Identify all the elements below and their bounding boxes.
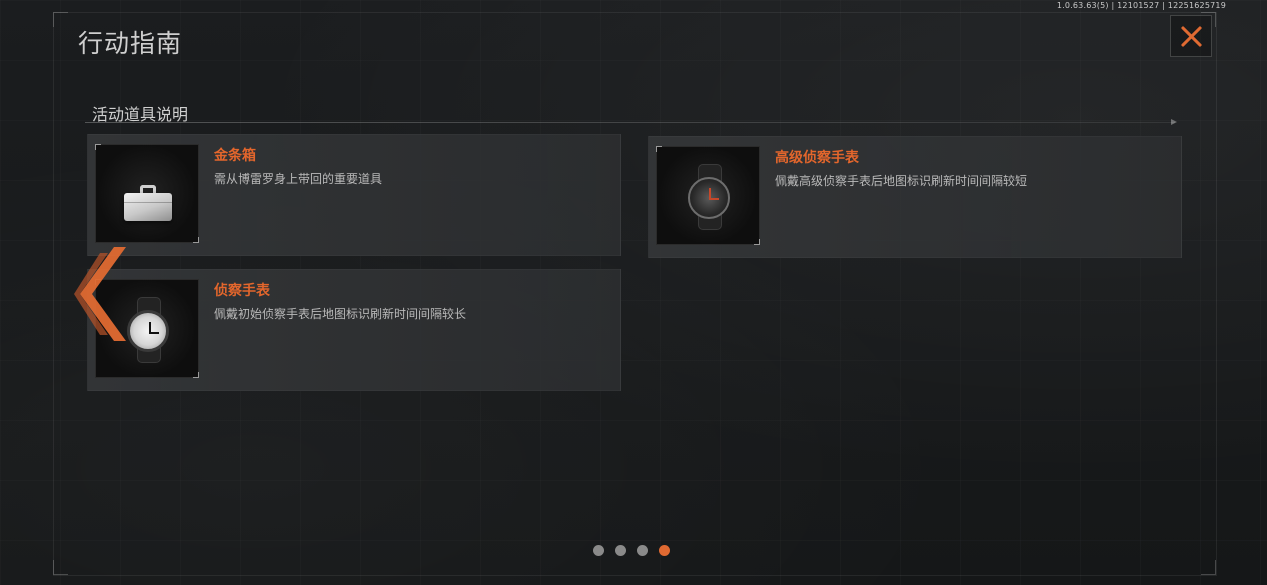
item-card-advanced-scout-watch: 高级侦察手表 佩戴高级侦察手表后地图标识刷新时间间隔较短 [648, 136, 1182, 258]
item-thumbnail [95, 144, 199, 243]
item-description: 佩戴高级侦察手表后地图标识刷新时间间隔较短 [775, 174, 1028, 188]
page-dot[interactable] [637, 545, 648, 556]
frame-corner [53, 12, 68, 27]
page-dot[interactable] [615, 545, 626, 556]
item-description: 佩戴初始侦察手表后地图标识刷新时间间隔较长 [214, 307, 467, 321]
frame-corner [1201, 560, 1216, 575]
page-title: 行动指南 [78, 29, 183, 58]
page-dot-active[interactable] [659, 545, 670, 556]
section-divider [85, 119, 1177, 125]
item-name: 侦察手表 [214, 283, 270, 299]
item-name: 高级侦察手表 [775, 150, 859, 166]
frame-corner [53, 560, 68, 575]
watch-icon [681, 164, 737, 230]
item-name: 金条箱 [214, 148, 256, 164]
watch-icon [120, 297, 176, 363]
item-card-scout-watch: 侦察手表 佩戴初始侦察手表后地图标识刷新时间间隔较长 [87, 269, 621, 391]
page-dot[interactable] [593, 545, 604, 556]
close-button[interactable] [1170, 15, 1212, 57]
item-card-gold-case: 金条箱 需从博雷罗身上带回的重要道具 [87, 134, 621, 256]
item-description: 需从博雷罗身上带回的重要道具 [214, 172, 383, 186]
briefcase-icon [124, 185, 172, 221]
version-label: 1.0.63.63(5) | 12101527 | 12251625719 [1056, 1, 1226, 10]
pagination [593, 545, 670, 556]
previous-page-arrow-icon[interactable] [74, 247, 126, 341]
item-thumbnail [656, 146, 760, 245]
